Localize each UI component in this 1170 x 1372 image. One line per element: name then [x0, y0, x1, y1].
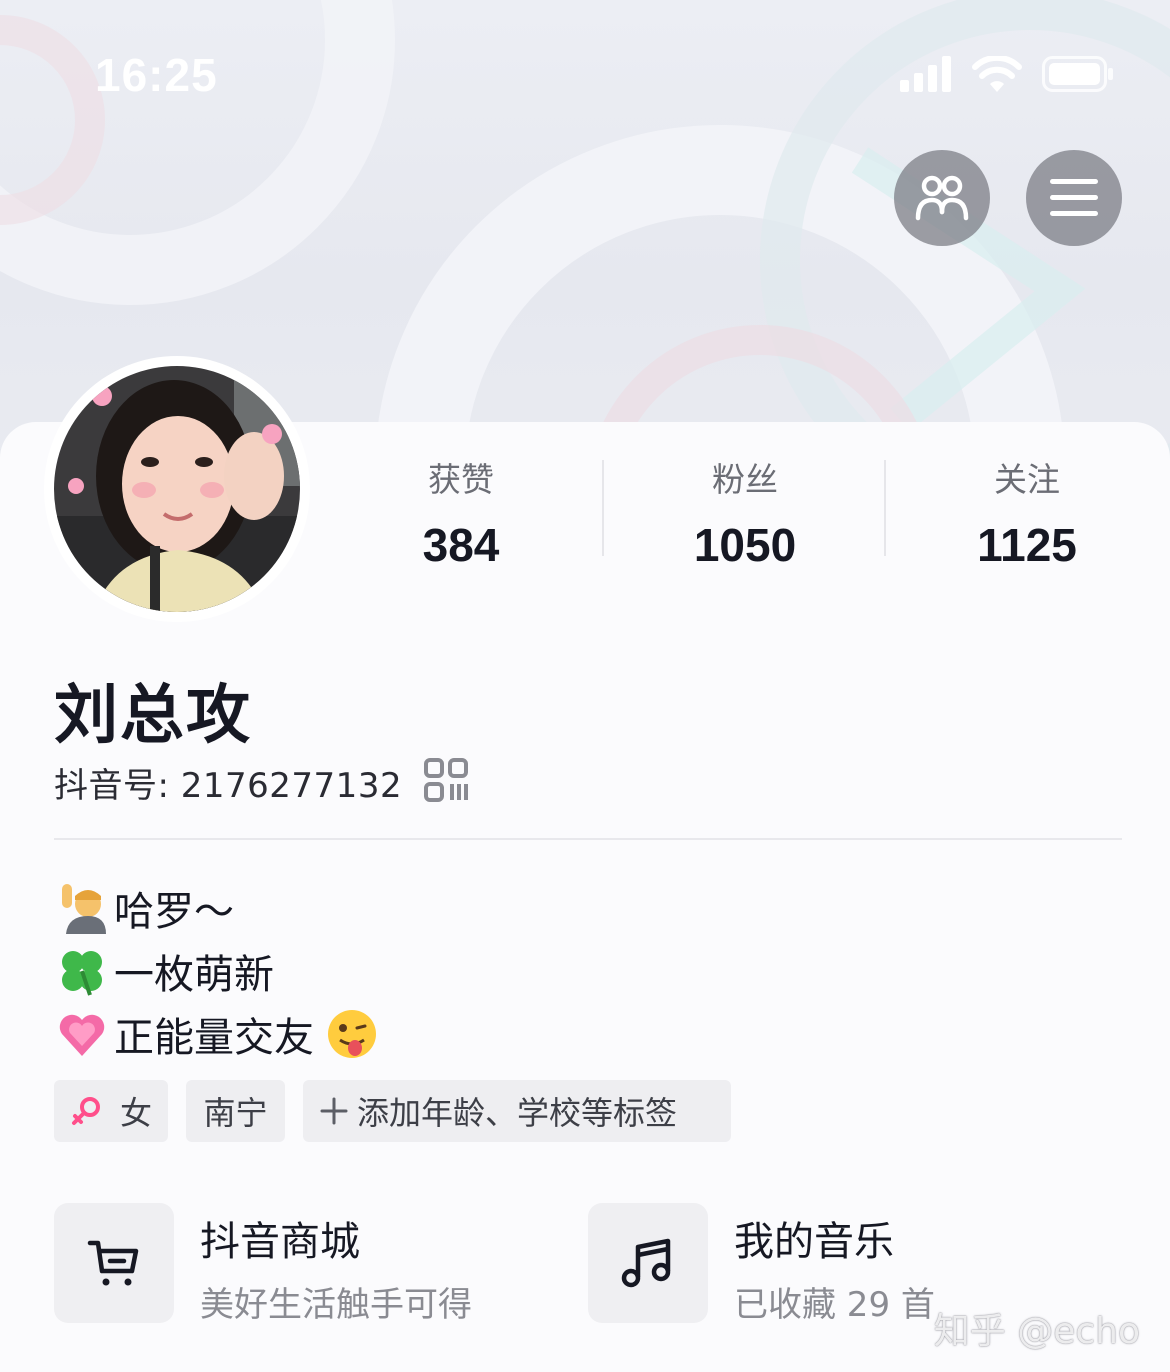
- bio-text: 正能量交友: [114, 1014, 314, 1061]
- menu-button[interactable]: [1026, 150, 1122, 246]
- battery-icon: [1042, 56, 1113, 92]
- bio-text: 哈罗～: [114, 888, 234, 935]
- douyin-id-row: 抖音号: 2176277132: [54, 756, 469, 808]
- four-leaf-clover-emoji: [62, 950, 102, 996]
- nickname: 刘总攻: [54, 679, 252, 753]
- qr-code-icon[interactable]: [424, 758, 469, 806]
- friends-button[interactable]: [894, 150, 990, 246]
- section-divider: [54, 838, 1122, 840]
- bio-line: 正能量交友: [56, 1002, 384, 1065]
- stat-label: 粉丝: [712, 460, 778, 499]
- douyin-id: 抖音号: 2176277132: [54, 765, 403, 806]
- signal-icon: [900, 56, 951, 92]
- shortcut-subtitle: 美好生活触手可得: [200, 1285, 472, 1325]
- tag-gender-label: 女: [119, 1094, 152, 1132]
- shortcut-title: 抖音商城: [200, 1219, 360, 1265]
- add-tag-button[interactable]: 添加年龄、学校等标签: [303, 1080, 731, 1142]
- stat-value: 384: [422, 519, 500, 571]
- cart-icon: [87, 1240, 139, 1286]
- hamburger-menu-icon: [1050, 179, 1098, 216]
- stat-following[interactable]: 关注 1125: [886, 458, 1168, 572]
- stat-likes[interactable]: 获赞 384: [320, 458, 602, 572]
- winking-tongue-emoji: [328, 1009, 376, 1058]
- tag-gender[interactable]: 女: [54, 1080, 168, 1142]
- tag-city[interactable]: 南宁: [186, 1080, 285, 1142]
- stat-value: 1125: [977, 519, 1077, 571]
- shortcut-title: 我的音乐: [734, 1219, 894, 1265]
- profile-tags: 女 南宁 添加年龄、学校等标签: [54, 1080, 731, 1142]
- stat-label: 获赞: [428, 460, 494, 499]
- bio: 哈罗～ 一枚萌新 正能量交友: [56, 876, 384, 1065]
- wifi-icon: [972, 56, 1022, 92]
- plus-icon: [320, 1097, 348, 1125]
- music-note-icon: [621, 1238, 671, 1288]
- shortcut-subtitle: 已收藏 29 首: [734, 1285, 935, 1325]
- raising-hand-emoji: [62, 883, 106, 934]
- stat-followers[interactable]: 粉丝 1050: [604, 458, 886, 572]
- stats-row: 获赞 384 粉丝 1050 关注 1125: [320, 458, 1170, 571]
- shortcut-icon-box: [54, 1203, 174, 1323]
- shortcut-icon-box: [588, 1203, 708, 1323]
- growing-heart-emoji: [59, 1014, 105, 1056]
- friends-icon: [915, 175, 969, 221]
- avatar[interactable]: [54, 366, 300, 612]
- bio-line: 哈罗～: [56, 876, 384, 939]
- female-icon: [71, 1097, 100, 1125]
- shortcut-mall[interactable]: 抖音商城 美好生活触手可得: [54, 1203, 534, 1325]
- tag-city-label: 南宁: [203, 1094, 268, 1132]
- status-icons: [900, 52, 1114, 96]
- status-time: 16:25: [95, 49, 218, 101]
- stat-value: 1050: [693, 519, 797, 571]
- stat-label: 关注: [994, 460, 1060, 499]
- bio-text: 一枚萌新: [114, 951, 274, 998]
- bio-line: 一枚萌新: [56, 939, 384, 1002]
- add-tag-label: 添加年龄、学校等标签: [357, 1094, 678, 1132]
- watermark: 知乎 @echo: [933, 1311, 1140, 1352]
